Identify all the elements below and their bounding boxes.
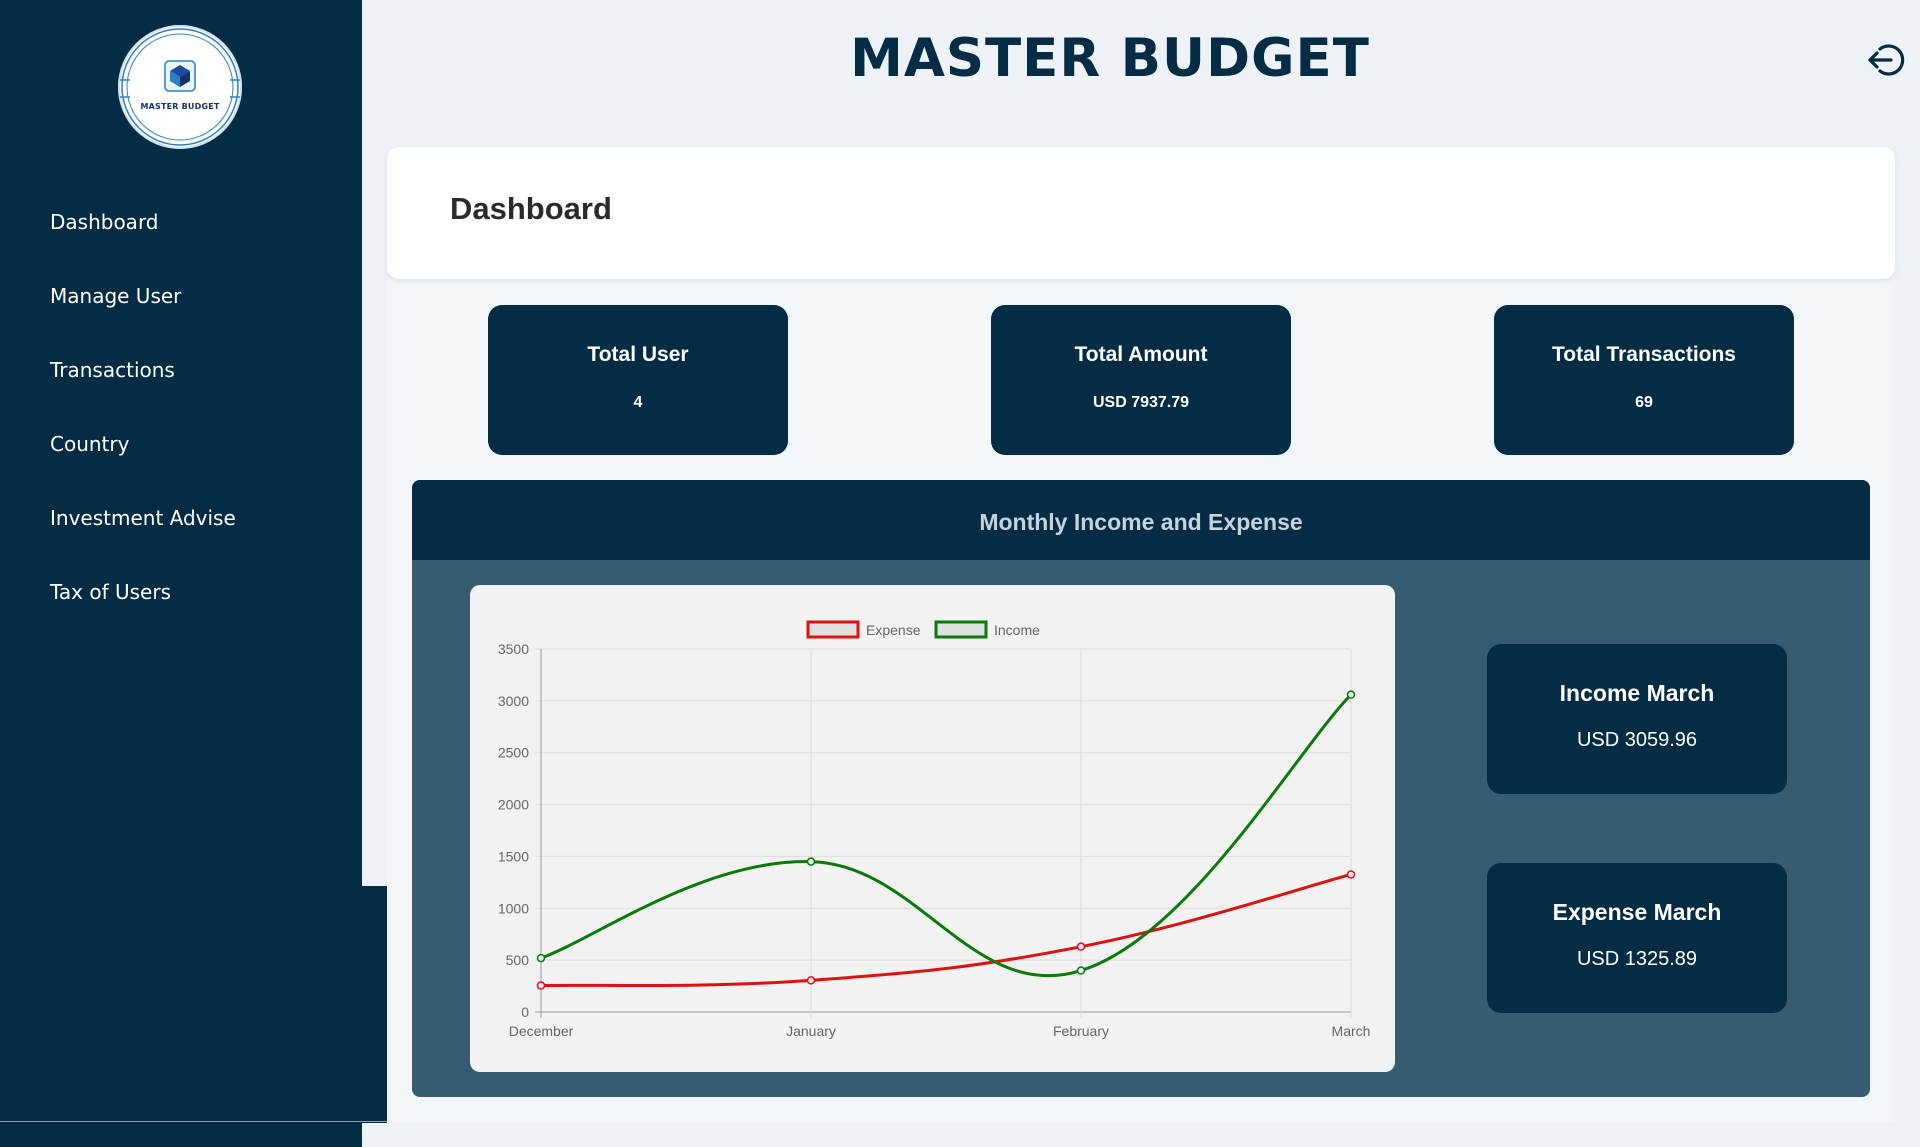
page-title: Dashboard — [450, 191, 612, 226]
x-tick-label: February — [1053, 1023, 1109, 1039]
expense-data-point — [1076, 942, 1086, 951]
panel-title: Monthly Income and Expense — [412, 480, 1870, 560]
stat-value: 4 — [633, 394, 643, 411]
stat-title: Total User — [587, 343, 689, 366]
x-tick-label: December — [509, 1023, 574, 1039]
stat-value: 69 — [1635, 394, 1653, 411]
sidebar-item-tax-of-users[interactable]: Tax of Users — [50, 566, 236, 640]
income-march-title: Income March — [1559, 680, 1715, 706]
expense-legend-label: Expense — [866, 622, 921, 638]
sidebar-item-investment-advise[interactable]: Investment Advise — [50, 492, 236, 566]
sidebar-item-dashboard[interactable]: Dashboard — [50, 196, 236, 270]
y-tick-label: 1500 — [498, 848, 529, 864]
income-expense-chart: 0 500 1000 1500 2000 2500 3000 3500 December Janu… — [498, 620, 1371, 1039]
income-series-line — [540, 693, 1353, 978]
y-tick-label: 1000 — [498, 900, 529, 916]
y-tick-label: 2500 — [498, 745, 529, 761]
income-data-point — [1346, 690, 1356, 699]
x-tick-label: March — [1332, 1023, 1371, 1039]
income-march-value: USD 3059.96 — [1576, 729, 1698, 751]
expense-march-title: Expense March — [1552, 899, 1722, 925]
income-data-point — [806, 857, 816, 866]
app-title: MASTER BUDGET — [850, 28, 1370, 89]
app-logo[interactable]: MASTER BUDGET — [118, 25, 242, 149]
income-march-card: Income March USD 3059.96 — [1487, 644, 1787, 794]
chart-card: 0 500 1000 1500 2000 2500 3000 3500 December Janu… — [470, 585, 1395, 1072]
y-tick-label: 3000 — [498, 693, 529, 709]
sidebar-item-manage-user[interactable]: Manage User — [50, 270, 236, 344]
expense-data-point — [1346, 870, 1356, 879]
expense-data-point — [806, 976, 816, 985]
income-legend-swatch — [934, 620, 988, 639]
stat-value: USD 7937.79 — [1092, 394, 1190, 411]
stat-card-total-amount: Total Amount USD 7937.79 — [991, 305, 1291, 455]
y-tick-label: 0 — [521, 1004, 529, 1020]
sidebar-extension — [362, 886, 387, 1123]
expense-march-card: Expense March USD 1325.89 — [1487, 863, 1787, 1013]
x-tick-label: January — [786, 1023, 836, 1039]
income-expense-panel: Monthly Income and Expense 0 500 1000 1500 2… — [412, 480, 1870, 1097]
logout-button[interactable] — [1866, 40, 1906, 80]
stat-title: Total Amount — [1074, 343, 1208, 366]
stat-card-total-transactions: Total Transactions 69 — [1494, 305, 1794, 455]
sidebar-item-country[interactable]: Country — [50, 418, 236, 492]
stat-card-total-user: Total User 4 — [488, 305, 788, 455]
logo-text: MASTER BUDGET — [140, 102, 220, 111]
income-data-point — [536, 953, 546, 963]
income-data-point — [1076, 966, 1086, 975]
page-title-card: Dashboard — [387, 147, 1895, 279]
sidebar-nav: Dashboard Manage User Transactions Count… — [50, 196, 236, 640]
y-tick-label: 500 — [506, 952, 530, 968]
expense-data-point — [536, 981, 546, 990]
y-tick-label: 2000 — [498, 797, 529, 813]
expense-legend-swatch — [806, 620, 860, 639]
y-tick-label: 3500 — [498, 641, 529, 657]
income-legend-label: Income — [994, 622, 1040, 638]
logo-emblem-icon — [120, 28, 240, 146]
expense-march-value: USD 1325.89 — [1576, 948, 1698, 970]
sidebar-divider — [0, 1121, 387, 1122]
sidebar-item-transactions[interactable]: Transactions — [50, 344, 236, 418]
logout-icon — [1868, 44, 1905, 76]
stat-title: Total Transactions — [1552, 343, 1736, 366]
